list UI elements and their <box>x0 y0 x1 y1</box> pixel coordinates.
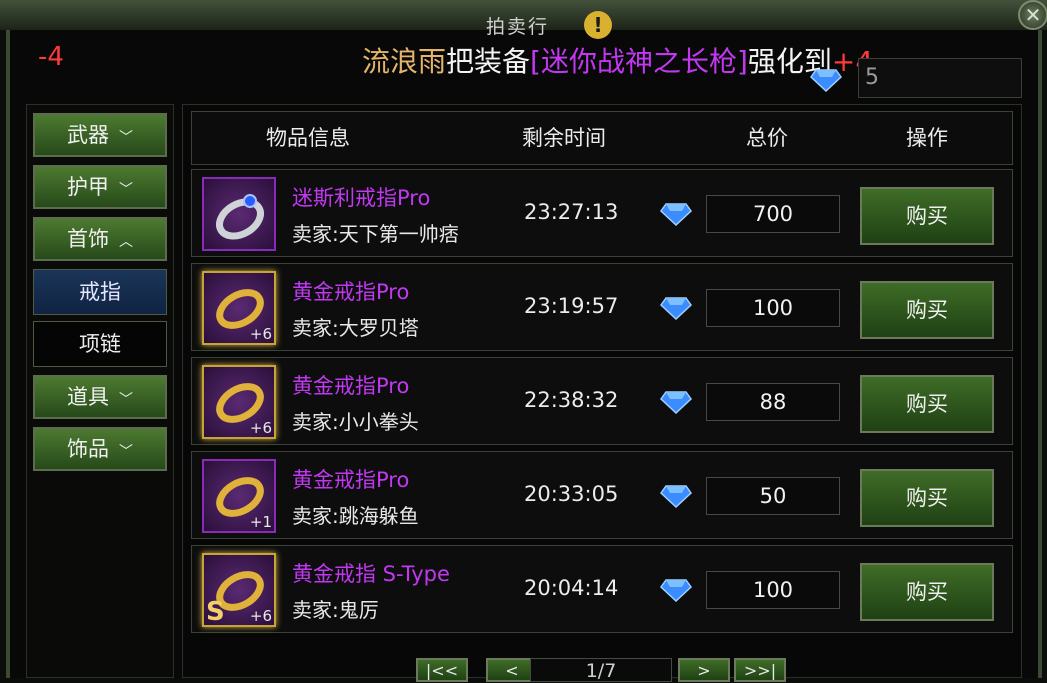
table-row: S +6 黄金戒指 S-Type 卖家:鬼厉 20:04:14 100 购买 <box>191 545 1013 633</box>
total-price: 50 <box>706 477 840 515</box>
table-row: 迷斯利戒指Pro 卖家:天下第一帅痞 23:27:13 700 购买 <box>191 169 1013 257</box>
item-name: 黄金戒指 S-Type <box>292 562 450 586</box>
remaining-time: 20:33:05 <box>524 482 619 506</box>
ticker-text: 把装备 <box>446 45 531 78</box>
diamond-icon <box>660 579 692 602</box>
sidebar-item-label: 戒指 <box>79 280 121 304</box>
sidebar-item-necklaces[interactable]: 项链 <box>33 321 167 367</box>
total-price: 100 <box>706 571 840 609</box>
remaining-time: 22:38:32 <box>524 388 619 412</box>
diamond-balance: 5 <box>858 58 1022 98</box>
diamond-icon <box>660 485 692 508</box>
buy-button[interactable]: 购买 <box>860 563 994 621</box>
item-name: 黄金戒指Pro <box>292 374 410 398</box>
diamond-icon <box>660 297 692 320</box>
remaining-time: 23:19:57 <box>524 294 619 318</box>
enhance-level: +6 <box>249 419 272 437</box>
chevron-down-icon: ﹀ <box>119 392 133 408</box>
table-row: +1 黄金戒指Pro 卖家:跳海躲鱼 20:33:05 50 购买 <box>191 451 1013 539</box>
sidebar-item-props[interactable]: 道具 ﹀ <box>33 375 167 419</box>
item-thumbnail[interactable]: +6 <box>202 365 276 439</box>
header-item-info: 物品信息 <box>266 126 350 150</box>
header-total-price: 总价 <box>746 126 788 150</box>
grade-badge: S <box>206 597 225 627</box>
item-thumbnail[interactable]: +1 <box>202 459 276 533</box>
silver-ring-icon <box>216 194 264 240</box>
sidebar-item-label: 道具 <box>67 385 109 409</box>
sidebar-item-label: 首饰 <box>67 227 109 251</box>
first-page-button[interactable]: |<< <box>416 658 468 682</box>
page-indicator: 1/7 <box>530 658 672 682</box>
window-title: 拍卖行 <box>486 16 550 38</box>
buy-button[interactable]: 购买 <box>860 187 994 245</box>
sidebar-item-armor[interactable]: 护甲 ﹀ <box>33 165 167 209</box>
remaining-time: 20:04:14 <box>524 576 619 600</box>
sidebar-item-label: 项链 <box>79 332 121 356</box>
item-name: 黄金戒指Pro <box>292 280 410 304</box>
item-name: 黄金戒指Pro <box>292 468 410 492</box>
seller-name: 卖家:跳海躲鱼 <box>292 504 419 528</box>
total-price: 700 <box>706 195 840 233</box>
enhance-level: +1 <box>249 513 272 531</box>
close-icon[interactable]: ✕ <box>1018 0 1047 30</box>
chevron-down-icon: ﹀ <box>119 182 133 198</box>
alert-icon[interactable]: ! <box>584 11 612 39</box>
sidebar-item-jewelry[interactable]: 首饰 ︿ <box>33 217 167 261</box>
total-price: 88 <box>706 383 840 421</box>
remaining-time: 23:27:13 <box>524 200 619 224</box>
diamond-icon <box>660 203 692 226</box>
category-sidebar: 武器 ﹀ 护甲 ﹀ 首饰 ︿ 戒指 项链 道具 ﹀ 饰品 ﹀ <box>26 104 174 678</box>
table-row: +6 黄金戒指Pro 卖家:大罗贝塔 23:19:57 100 购买 <box>191 263 1013 351</box>
diamond-icon <box>660 391 692 414</box>
sidebar-item-label: 护甲 <box>67 175 109 199</box>
table-header: 物品信息 剩余时间 总价 操作 <box>191 111 1013 165</box>
chevron-down-icon: ﹀ <box>119 130 133 146</box>
item-thumbnail[interactable]: S +6 <box>202 553 276 627</box>
ticker-player: 流浪雨 <box>362 45 447 78</box>
buy-button[interactable]: 购买 <box>860 375 994 433</box>
buy-button[interactable]: 购买 <box>860 281 994 339</box>
seller-name: 卖家:大罗贝塔 <box>292 316 419 340</box>
enhance-level: +6 <box>249 607 272 625</box>
chevron-up-icon: ︿ <box>119 234 133 250</box>
seller-name: 卖家:鬼厉 <box>292 598 379 622</box>
sidebar-item-label: 武器 <box>67 123 109 147</box>
header-remaining-time: 剩余时间 <box>522 126 606 150</box>
item-name: 迷斯利戒指Pro <box>292 186 431 210</box>
buy-button[interactable]: 购买 <box>860 469 994 527</box>
table-row: +6 黄金戒指Pro 卖家:小小拳头 22:38:32 88 购买 <box>191 357 1013 445</box>
listing-table: 物品信息 剩余时间 总价 操作 迷斯利戒指Pro 卖家:天下第一帅痞 23:27… <box>182 104 1022 678</box>
header-action: 操作 <box>906 126 948 150</box>
next-page-button[interactable]: > <box>678 658 730 682</box>
sidebar-item-weapons[interactable]: 武器 ﹀ <box>33 113 167 157</box>
sidebar-item-rings[interactable]: 戒指 <box>33 269 167 315</box>
sidebar-item-accessories[interactable]: 饰品 ﹀ <box>33 427 167 471</box>
ticker-item: [迷你战神之长枪] <box>530 45 748 78</box>
seller-name: 卖家:天下第一帅痞 <box>292 222 459 246</box>
total-price: 100 <box>706 289 840 327</box>
chevron-down-icon: ﹀ <box>119 444 133 460</box>
seller-name: 卖家:小小拳头 <box>292 410 419 434</box>
broadcast-ticker: 流浪雨把装备[迷你战神之长枪]强化到+4 <box>362 40 873 80</box>
item-thumbnail[interactable]: +6 <box>202 271 276 345</box>
sidebar-item-label: 饰品 <box>67 437 109 461</box>
last-page-button[interactable]: >>| <box>734 658 786 682</box>
diamond-icon <box>810 69 842 92</box>
ticker-fragment: -4 <box>38 42 64 72</box>
item-thumbnail[interactable] <box>202 177 276 251</box>
enhance-level: +6 <box>249 325 272 343</box>
